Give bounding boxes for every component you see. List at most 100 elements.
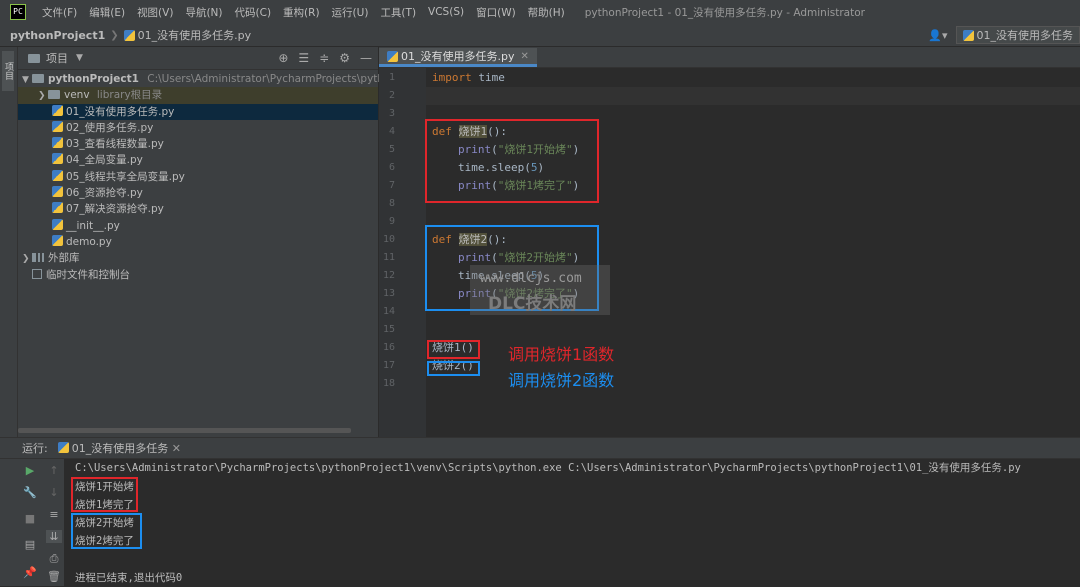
menu-help[interactable]: 帮助(H) <box>522 5 571 20</box>
watermark: www.dlcjs.com DLC技术网 <box>470 265 610 315</box>
hide-panel-icon[interactable]: — <box>360 51 372 65</box>
run-tab-label: 01_没有使用多任务 <box>72 442 169 455</box>
run-panel: 运行: 01_没有使用多任务 ✕ ▶ ↑ 🔧 ↓ ■ ≡ ⇊ ▤ ⎙ 📌 🗑 C… <box>0 437 1080 586</box>
tree-file-label: 04_全局变量.py <box>66 154 143 166</box>
rerun-icon[interactable]: ▶ <box>22 464 38 477</box>
tree-item-label: 临时文件和控制台 <box>46 269 130 281</box>
python-file-icon <box>52 202 63 213</box>
python-file-icon <box>52 219 63 230</box>
chevron-right-icon[interactable]: ❯ <box>38 88 48 104</box>
tree-file-item[interactable]: 07_解决资源抢夺.py <box>18 201 378 217</box>
settings-gear-icon[interactable]: ⚙ <box>339 51 350 65</box>
editor-tab[interactable]: 01_没有使用多任务.py ✕ <box>379 48 537 67</box>
python-file-icon <box>52 153 63 164</box>
line-number: 5 <box>375 144 395 155</box>
editor-tab-bar: 01_没有使用多任务.py ✕ <box>379 47 1080 68</box>
menu-vcs[interactable]: VCS(S) <box>422 6 470 18</box>
folder-icon <box>32 74 44 83</box>
tree-item-note: library根目录 <box>97 89 162 101</box>
left-tool-strip: 项目 <box>0 47 18 437</box>
pin-icon[interactable]: 📌 <box>22 566 38 579</box>
annotation-box-red-output1 <box>71 477 138 512</box>
tree-file-label: 07_解决资源抢夺.py <box>66 203 164 215</box>
navigation-bar: pythonProject1 ❯ 01_没有使用多任务.py 👤▾ 01_没有使… <box>0 24 1080 47</box>
breadcrumb-project[interactable]: pythonProject1 <box>0 29 105 42</box>
project-panel: 项目 ▼ ⊕ ☰ ≑ ⚙ — ▼pythonProject1 C:\Users\… <box>18 47 378 437</box>
scroll-to-end-icon[interactable]: ⇊ <box>46 530 62 543</box>
breadcrumb-file[interactable]: 01_没有使用多任务.py <box>138 27 252 43</box>
console-output[interactable]: C:\Users\Administrator\PycharmProjects\p… <box>64 459 1080 586</box>
menu-run[interactable]: 运行(U) <box>326 5 375 20</box>
line-number: 7 <box>375 180 395 191</box>
menu-file[interactable]: 文件(F) <box>36 5 83 20</box>
wrench-icon[interactable]: 🔧 <box>22 486 38 499</box>
tree-item-venv[interactable]: ❯ venv library根目录 <box>18 87 378 103</box>
close-tab-icon[interactable]: ✕ <box>172 442 181 455</box>
trash-icon[interactable]: 🗑 <box>46 570 62 583</box>
line-number: 1 <box>375 72 395 83</box>
collapse-all-icon[interactable]: ≑ <box>319 51 329 65</box>
tree-item-scratches[interactable]: 临时文件和控制台 <box>18 267 378 283</box>
menu-edit[interactable]: 编辑(E) <box>83 5 131 20</box>
menu-tools[interactable]: 工具(T) <box>374 5 422 20</box>
line-number: 9 <box>375 216 395 227</box>
line-number: 8 <box>375 198 395 209</box>
tree-file-item[interactable]: demo.py <box>18 234 378 250</box>
menu-code[interactable]: 代码(C) <box>229 5 278 20</box>
up-arrow-icon[interactable]: ↑ <box>46 464 62 477</box>
menu-refactor[interactable]: 重构(R) <box>277 5 326 20</box>
line-number: 11 <box>375 252 395 263</box>
python-file-icon <box>387 51 398 62</box>
expand-all-icon[interactable]: ☰ <box>298 51 309 65</box>
project-horizontal-scrollbar[interactable] <box>18 428 351 433</box>
menu-navigate[interactable]: 导航(N) <box>179 5 228 20</box>
chevron-right-icon[interactable]: ❯ <box>22 251 32 267</box>
menu-window[interactable]: 窗口(W) <box>470 5 522 20</box>
line-number: 16 <box>375 342 395 353</box>
print-icon[interactable]: ⎙ <box>46 552 62 566</box>
line-number: 15 <box>375 324 395 335</box>
project-tool-tab[interactable]: 项目 <box>2 51 14 91</box>
tree-file-item[interactable]: 03_查看线程数量.py <box>18 136 378 152</box>
editor-tab-label: 01_没有使用多任务.py <box>401 48 515 64</box>
python-file-icon <box>52 186 63 197</box>
tree-file-item[interactable]: 04_全局变量.py <box>18 152 378 168</box>
run-panel-label: 运行: <box>22 440 48 456</box>
layout-icon[interactable]: ▤ <box>22 538 38 551</box>
tree-file-item[interactable]: 01_没有使用多任务.py <box>18 104 378 120</box>
tree-item-label: venv <box>64 89 90 101</box>
user-account-icon[interactable]: 👤▾ <box>928 29 947 42</box>
line-number: 14 <box>375 306 395 317</box>
line-number: 10 <box>375 234 395 245</box>
project-panel-title[interactable]: 项目 <box>46 50 68 66</box>
soft-wrap-icon[interactable]: ≡ <box>46 508 62 521</box>
tree-root[interactable]: ▼pythonProject1 C:\Users\Administrator\P… <box>18 71 378 87</box>
line-number: 17 <box>375 360 395 371</box>
close-tab-icon[interactable]: ✕ <box>521 51 529 62</box>
tree-item-external-libraries[interactable]: ❯ 外部库 <box>18 250 378 266</box>
python-file-icon <box>124 30 135 41</box>
tree-file-item[interactable]: __init__.py <box>18 218 378 234</box>
line-number: 6 <box>375 162 395 173</box>
console-command: C:\Users\Administrator\PycharmProjects\p… <box>75 459 1021 477</box>
tree-file-item[interactable]: 05_线程共享全局变量.py <box>18 169 378 185</box>
annotation-box-blue-output2 <box>71 513 142 549</box>
project-tree: ▼pythonProject1 C:\Users\Administrator\P… <box>18 70 378 283</box>
line-number-gutter: 1 2 3 4 5 6 7 8 9 10 11 12 13 14 15 16 1… <box>379 68 426 437</box>
chevron-down-icon[interactable]: ▼ <box>22 72 32 88</box>
stop-icon[interactable]: ■ <box>22 512 38 525</box>
python-file-icon <box>52 137 63 148</box>
libraries-icon <box>32 253 44 262</box>
locate-file-icon[interactable]: ⊕ <box>278 51 288 65</box>
down-arrow-icon[interactable]: ↓ <box>46 486 62 499</box>
tree-file-item[interactable]: 02_使用多任务.py <box>18 120 378 136</box>
view-dropdown-icon[interactable]: ▼ <box>76 53 83 63</box>
run-tab[interactable]: 01_没有使用多任务 ✕ <box>58 440 181 456</box>
run-configuration-select[interactable]: 01_没有使用多任务 <box>956 26 1080 44</box>
python-file-icon <box>52 121 63 132</box>
console-exit-message: 进程已结束,退出代码0 <box>75 569 182 587</box>
menu-view[interactable]: 视图(V) <box>131 5 179 20</box>
tree-item-label: 外部库 <box>48 252 80 264</box>
tree-file-label: 05_线程共享全局变量.py <box>66 171 185 183</box>
tree-file-item[interactable]: 06_资源抢夺.py <box>18 185 378 201</box>
